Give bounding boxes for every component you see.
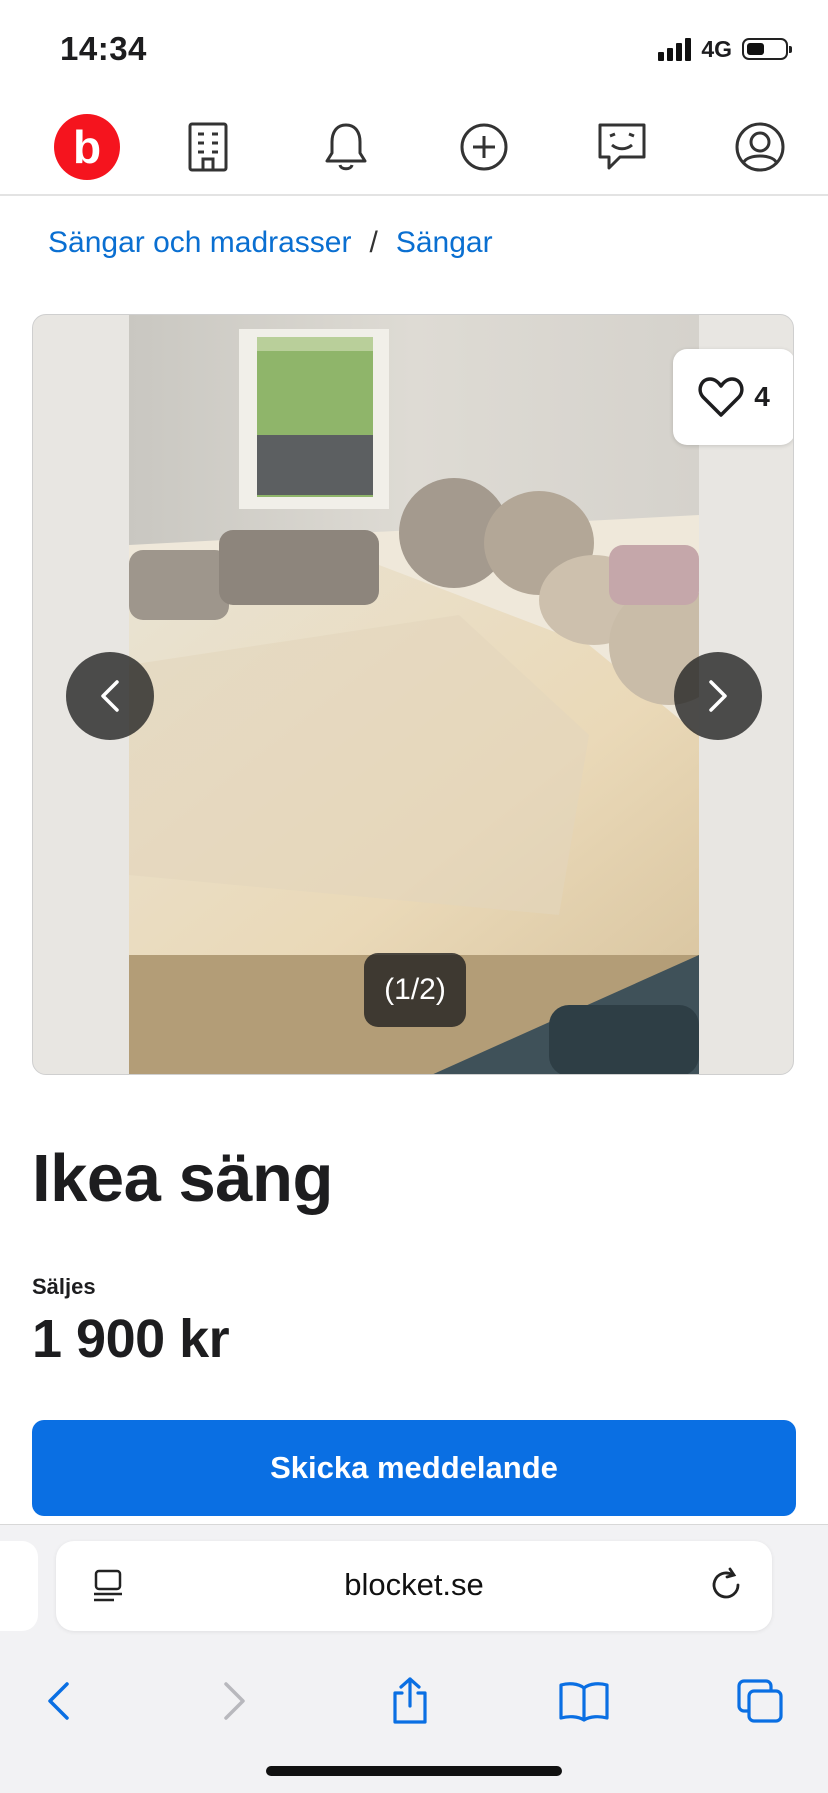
share-button[interactable] bbox=[380, 1671, 440, 1731]
forward-button[interactable] bbox=[205, 1671, 265, 1731]
building-icon[interactable] bbox=[173, 112, 243, 182]
status-bar: 14:34 4G bbox=[0, 0, 828, 100]
previous-tab-preview[interactable] bbox=[0, 1541, 38, 1631]
bookmarks-button[interactable] bbox=[554, 1671, 614, 1731]
breadcrumb-separator: / bbox=[369, 226, 378, 259]
reload-icon[interactable] bbox=[708, 1567, 744, 1608]
listing-type: Säljes bbox=[32, 1274, 96, 1299]
messages-icon[interactable] bbox=[587, 112, 657, 182]
logo-letter: b bbox=[54, 114, 120, 180]
add-listing-icon[interactable] bbox=[449, 112, 519, 182]
address-bar[interactable]: blocket.se bbox=[56, 1541, 772, 1631]
breadcrumb: Sängar och madrasser / Sängar bbox=[48, 226, 493, 260]
blocket-logo[interactable]: b bbox=[52, 112, 122, 182]
browser-toolbar bbox=[0, 1651, 828, 1761]
back-arrow-icon bbox=[48, 1682, 69, 1720]
favorite-button[interactable]: 4 bbox=[673, 349, 793, 445]
share-icon bbox=[393, 1677, 427, 1724]
heart-icon bbox=[698, 377, 744, 417]
tabs-icon bbox=[737, 1679, 783, 1723]
status-time: 14:34 bbox=[60, 30, 147, 67]
status-indicators: 4G bbox=[658, 34, 792, 64]
send-message-button[interactable]: Skicka meddelande bbox=[32, 1420, 796, 1516]
favorites-count: 4 bbox=[754, 381, 770, 412]
image-gallery[interactable]: 4 (1/2) bbox=[32, 314, 794, 1075]
browser-chrome: blocket.se bbox=[0, 1524, 828, 1793]
tabs-button[interactable] bbox=[730, 1671, 790, 1731]
signal-icon bbox=[658, 37, 692, 61]
bell-icon[interactable] bbox=[311, 112, 381, 182]
back-button[interactable] bbox=[28, 1671, 88, 1731]
previous-image-button[interactable] bbox=[66, 652, 154, 740]
breadcrumb-link-subcategory[interactable]: Sängar bbox=[396, 226, 493, 260]
forward-arrow-icon bbox=[224, 1682, 245, 1720]
listing-title: Ikea säng bbox=[32, 1141, 333, 1216]
url-text: blocket.se bbox=[344, 1567, 484, 1602]
image-counter: (1/2) bbox=[364, 953, 466, 1027]
network-label: 4G bbox=[701, 35, 732, 62]
breadcrumb-link-category[interactable]: Sängar och madrasser bbox=[48, 226, 352, 260]
home-indicator bbox=[266, 1766, 562, 1776]
profile-icon[interactable] bbox=[725, 112, 795, 182]
next-image-button[interactable] bbox=[674, 652, 762, 740]
chevron-right-icon bbox=[709, 680, 727, 712]
book-icon bbox=[559, 1682, 609, 1722]
top-nav: b bbox=[0, 100, 828, 196]
battery-icon bbox=[742, 38, 792, 60]
listing-price: 1 900 kr bbox=[32, 1309, 230, 1369]
chevron-left-icon bbox=[101, 680, 119, 712]
